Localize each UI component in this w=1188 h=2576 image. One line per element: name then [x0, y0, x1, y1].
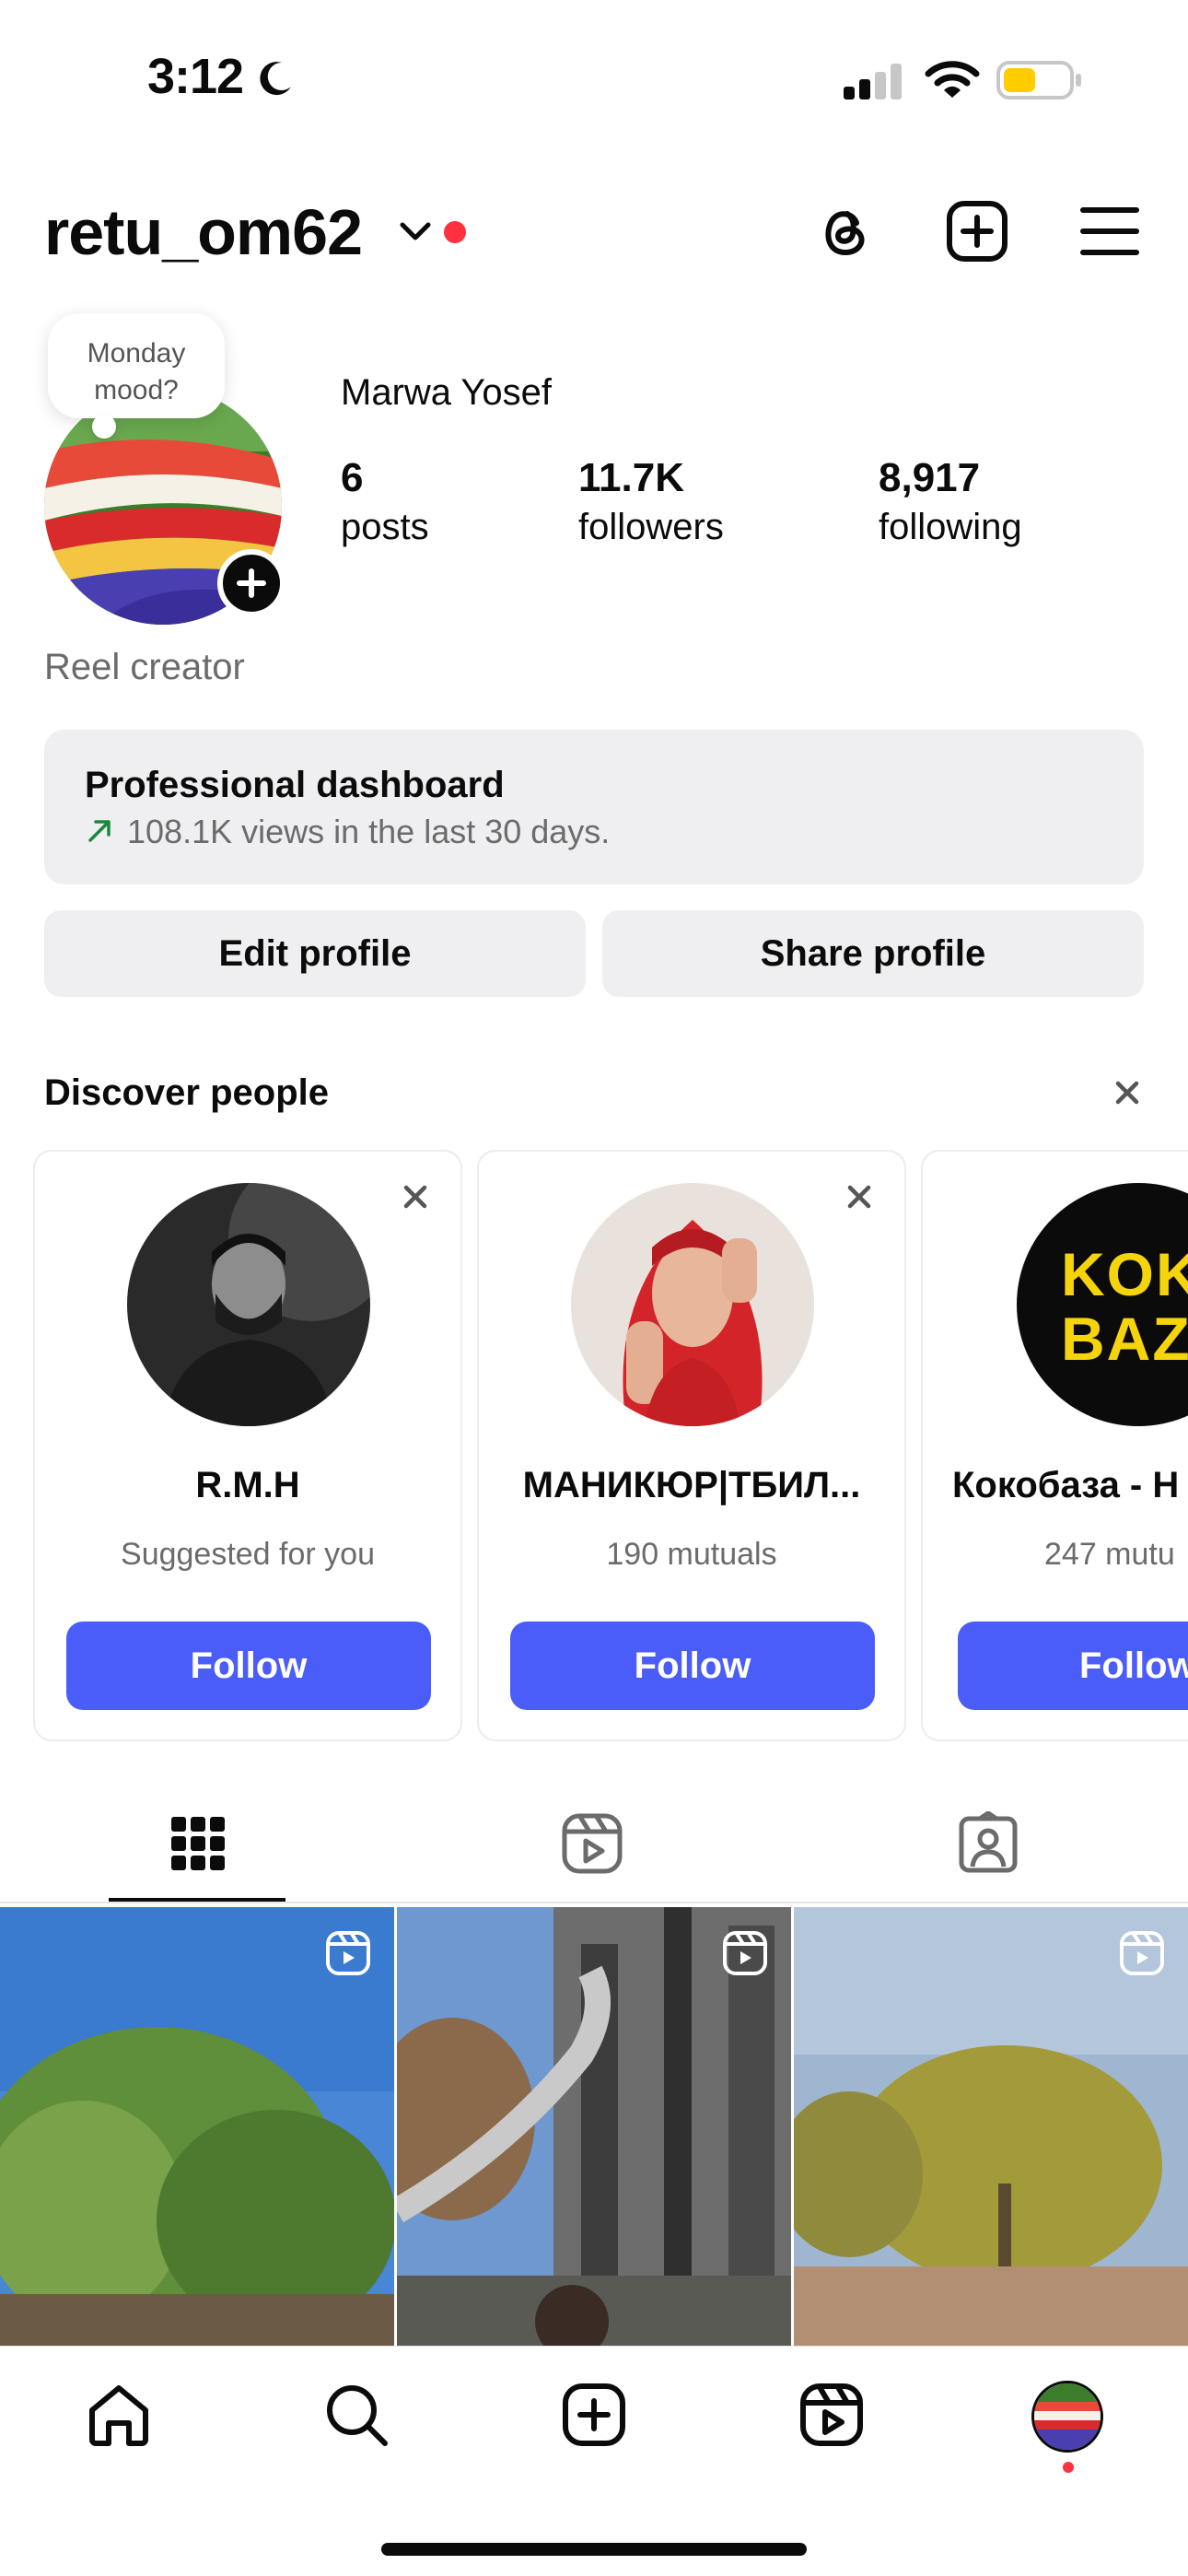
battery-icon — [996, 61, 1081, 100]
suggestion-card[interactable]: R.M.H Suggested for you Follow — [33, 1150, 462, 1741]
reel-badge-icon — [326, 1931, 370, 1975]
moon-icon — [260, 62, 291, 96]
post-thumbnail[interactable] — [397, 1907, 791, 2346]
following-label[interactable]: following — [879, 507, 1022, 548]
trending-up-icon — [88, 820, 111, 842]
dashboard-title: Professional dashboard — [85, 765, 505, 805]
reel-badge-icon — [1120, 1931, 1164, 1975]
status-time: 3:12 — [147, 49, 244, 104]
create-post-icon[interactable] — [945, 199, 1009, 263]
flower-field-image — [1034, 2383, 1101, 2450]
suggestion-avatar[interactable] — [127, 1183, 370, 1426]
suggestion-card[interactable]: МАНИКЮР|ТБИЛ... 190 mutuals Follow — [477, 1150, 906, 1741]
full-name: Marwa Yosef — [341, 372, 553, 413]
follow-button[interactable]: Follow — [958, 1622, 1188, 1710]
professional-dashboard[interactable] — [44, 730, 1144, 884]
post-thumbnail[interactable] — [794, 1907, 1188, 2346]
home-icon[interactable] — [85, 2381, 153, 2449]
dashboard-subtitle: 108.1K views in the last 30 days. — [127, 813, 611, 850]
note-tail-dot — [92, 415, 116, 439]
search-icon[interactable] — [322, 2381, 390, 2449]
active-tab-indicator — [109, 1898, 285, 1902]
follow-button[interactable]: Follow — [66, 1622, 431, 1710]
suggestion-subtitle: Suggested for you — [121, 1537, 375, 1572]
create-icon[interactable] — [560, 2381, 628, 2449]
following-count[interactable]: 8,917 — [879, 455, 980, 501]
home-indicator — [381, 2543, 807, 2556]
suggestion-name[interactable]: Кокобаза - Н — [952, 1465, 1188, 1506]
close-icon[interactable] — [1109, 1074, 1146, 1111]
grid-icon[interactable] — [166, 1811, 230, 1876]
chevron-down-icon[interactable] — [398, 217, 433, 245]
add-story-button[interactable] — [217, 549, 285, 617]
note-text: Monday mood? — [87, 338, 186, 405]
plus-icon — [237, 568, 266, 598]
posts-count[interactable]: 6 — [341, 455, 363, 501]
suggestion-avatar[interactable]: KOKO BAZA — [1017, 1183, 1188, 1426]
suggestion-name[interactable]: МАНИКЮР|ТБИЛ... — [479, 1465, 904, 1506]
cellular-signal-icon — [844, 64, 902, 100]
profile-username[interactable]: retu_om62 — [44, 195, 363, 269]
woman-portrait-image — [571, 1183, 814, 1426]
koko-baza-logo: KOKO BAZA — [1017, 1183, 1188, 1426]
dismiss-icon[interactable] — [398, 1179, 433, 1214]
followers-count[interactable]: 11.7K — [578, 455, 684, 501]
edit-profile-button[interactable]: Edit profile — [44, 910, 586, 997]
dismiss-icon[interactable] — [842, 1179, 877, 1214]
notification-dot — [1063, 2462, 1074, 2473]
suggestion-subtitle: 247 mutu — [1044, 1537, 1175, 1572]
posts-label[interactable]: posts — [341, 507, 429, 548]
reel-badge-icon — [723, 1931, 767, 1975]
bio-category: Reel creator — [44, 647, 245, 687]
profile-avatar[interactable] — [1031, 2381, 1103, 2453]
tab-divider — [0, 1902, 1188, 1903]
followers-label[interactable]: followers — [578, 507, 724, 548]
suggestion-name[interactable]: R.M.H — [35, 1465, 460, 1506]
discover-people-title: Discover people — [44, 1072, 330, 1113]
suggestion-avatar[interactable] — [571, 1183, 814, 1426]
post-thumbnail[interactable] — [0, 1907, 394, 2346]
suggestion-card[interactable]: KOKO BAZA Кокобаза - Н 247 mutu Follow — [921, 1150, 1188, 1741]
menu-icon[interactable] — [1077, 199, 1142, 263]
wifi-icon — [925, 61, 980, 98]
suggestion-subtitle: 190 mutuals — [606, 1537, 777, 1572]
reels-icon[interactable] — [560, 1811, 624, 1876]
tagged-icon[interactable] — [956, 1811, 1020, 1876]
man-portrait-image — [127, 1183, 370, 1426]
follow-button[interactable]: Follow — [510, 1622, 875, 1710]
note-bubble[interactable]: Monday mood? — [48, 313, 225, 418]
share-profile-button[interactable]: Share profile — [602, 910, 1144, 997]
notification-dot — [444, 221, 466, 243]
reels-icon[interactable] — [798, 2381, 866, 2449]
threads-icon[interactable] — [812, 199, 877, 263]
